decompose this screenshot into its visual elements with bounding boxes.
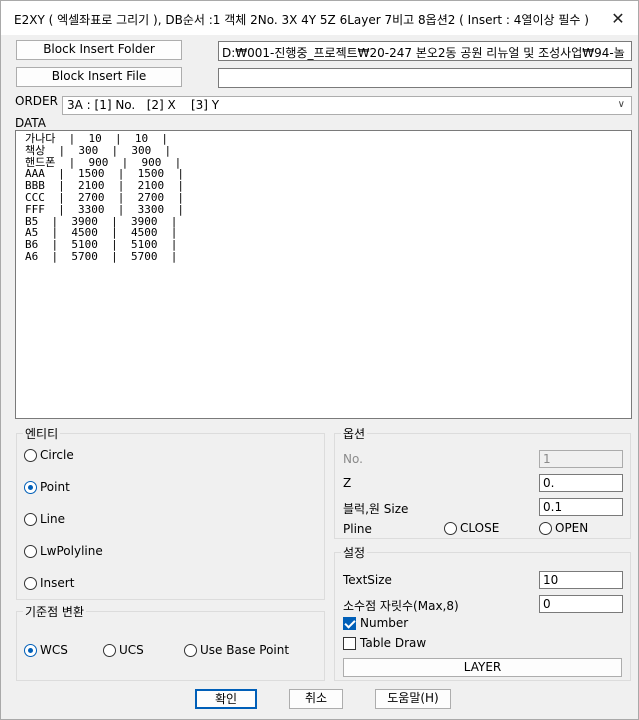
entity-option-label: Line xyxy=(40,512,66,526)
decimal-field[interactable]: 0 xyxy=(539,595,623,613)
entity-group: 엔티티 Circle Point Line LwPolyline Insert xyxy=(16,425,325,600)
chevron-down-icon: ∨ xyxy=(617,99,625,110)
block-insert-folder-button[interactable]: Block Insert Folder xyxy=(16,40,182,60)
basepoint-option-label: Use Base Point xyxy=(200,643,290,657)
settings-group-title: 설정 xyxy=(341,544,368,561)
textsize-field[interactable]: 10 xyxy=(539,571,623,589)
pline-radio-open[interactable]: OPEN xyxy=(539,521,588,535)
order-selected-value: 3A : [1] No. [2] X [3] Y xyxy=(67,98,220,112)
radio-icon xyxy=(24,448,37,462)
table-draw-label: Table Draw xyxy=(360,636,427,650)
order-select[interactable]: 3A : [1] No. [2] X [3] Y ∨ xyxy=(62,96,632,115)
checkbox-checked-icon xyxy=(343,616,356,630)
entity-option-label: Insert xyxy=(40,576,75,590)
radio-icon xyxy=(184,643,197,657)
order-label: ORDER xyxy=(15,94,58,108)
cancel-button[interactable]: 취소 xyxy=(289,689,343,709)
pline-label: Pline xyxy=(343,522,372,536)
basepoint-radio-ucs[interactable]: UCS xyxy=(103,643,144,657)
layer-button[interactable]: LAYER xyxy=(343,658,622,677)
entity-radio-point[interactable]: Point xyxy=(24,480,70,494)
entity-radio-circle[interactable]: Circle xyxy=(24,448,74,462)
radio-selected-icon xyxy=(24,480,37,494)
options-group: 옵션 No. 1 Z 0. 블럭,원 Size 0.1 Pline CLOSE … xyxy=(334,425,631,539)
ok-button[interactable]: 확인 xyxy=(195,689,257,709)
pline-close-label: CLOSE xyxy=(460,521,500,535)
no-label: No. xyxy=(343,452,363,466)
entity-radio-line[interactable]: Line xyxy=(24,512,65,526)
basepoint-option-label: WCS xyxy=(40,643,68,657)
block-insert-file-button[interactable]: Block Insert File xyxy=(16,67,182,87)
entity-option-label: LwPolyline xyxy=(40,544,103,558)
basepoint-radio-wcs[interactable]: WCS xyxy=(24,643,68,657)
pline-open-label: OPEN xyxy=(555,521,589,535)
radio-icon xyxy=(24,576,37,590)
entity-radio-insert[interactable]: Insert xyxy=(24,576,74,590)
options-group-title: 옵션 xyxy=(341,425,368,442)
window-title: E2XY ( 엑셀좌표로 그리기 ), DB순서 :1 객체 2No. 3X 4… xyxy=(14,13,589,27)
decimal-label: 소수점 자릿수(Max,8) xyxy=(343,599,459,613)
radio-selected-icon xyxy=(24,643,37,657)
block-insert-folder-path[interactable]: D:₩001-진행중_프로젝트₩20-247 본오2동 공원 리뉴얼 및 조성사… xyxy=(218,41,632,61)
title-bar: E2XY ( 엑셀좌표로 그리기 ), DB순서 :1 객체 2No. 3X 4… xyxy=(1,1,638,35)
z-field[interactable]: 0. xyxy=(539,474,623,492)
z-label: Z xyxy=(343,476,352,490)
radio-icon xyxy=(24,544,37,558)
pline-radio-close[interactable]: CLOSE xyxy=(444,521,499,535)
basepoint-radio-use-base-point[interactable]: Use Base Point xyxy=(184,643,289,657)
settings-group: 설정 TextSize 10 소수점 자릿수(Max,8) 0 Number T… xyxy=(334,544,631,681)
entity-radio-lwpolyline[interactable]: LwPolyline xyxy=(24,544,103,558)
basepoint-group-title: 기준점 변환 xyxy=(23,603,87,620)
entity-group-title: 엔티티 xyxy=(23,425,61,442)
data-label: DATA xyxy=(15,116,46,130)
block-insert-file-path[interactable] xyxy=(218,68,632,88)
table-draw-checkbox[interactable]: Table Draw xyxy=(343,636,426,650)
close-icon[interactable]: ✕ xyxy=(608,9,628,29)
entity-option-label: Point xyxy=(40,480,70,494)
radio-icon xyxy=(539,521,552,535)
number-label: Number xyxy=(360,616,409,630)
radio-icon xyxy=(103,643,116,657)
e2xy-dialog: E2XY ( 엑셀좌표로 그리기 ), DB순서 :1 객체 2No. 3X 4… xyxy=(0,0,639,720)
textsize-label: TextSize xyxy=(343,573,392,587)
number-checkbox[interactable]: Number xyxy=(343,616,408,630)
block-size-field[interactable]: 0.1 xyxy=(539,498,623,516)
no-field: 1 xyxy=(539,450,623,468)
basepoint-group: 기준점 변환 WCS UCS Use Base Point xyxy=(16,603,325,681)
help-button[interactable]: 도움말(H) xyxy=(375,689,451,709)
radio-icon xyxy=(24,512,37,526)
checkbox-icon xyxy=(343,636,356,650)
entity-option-label: Circle xyxy=(40,448,74,462)
data-textarea[interactable]: 가나다 | 10 | 10 | 책상 | 300 | 300 | 핸드폰 | 9… xyxy=(15,130,632,419)
basepoint-option-label: UCS xyxy=(119,643,144,657)
radio-icon xyxy=(444,521,457,535)
block-size-label: 블럭,원 Size xyxy=(343,502,409,516)
